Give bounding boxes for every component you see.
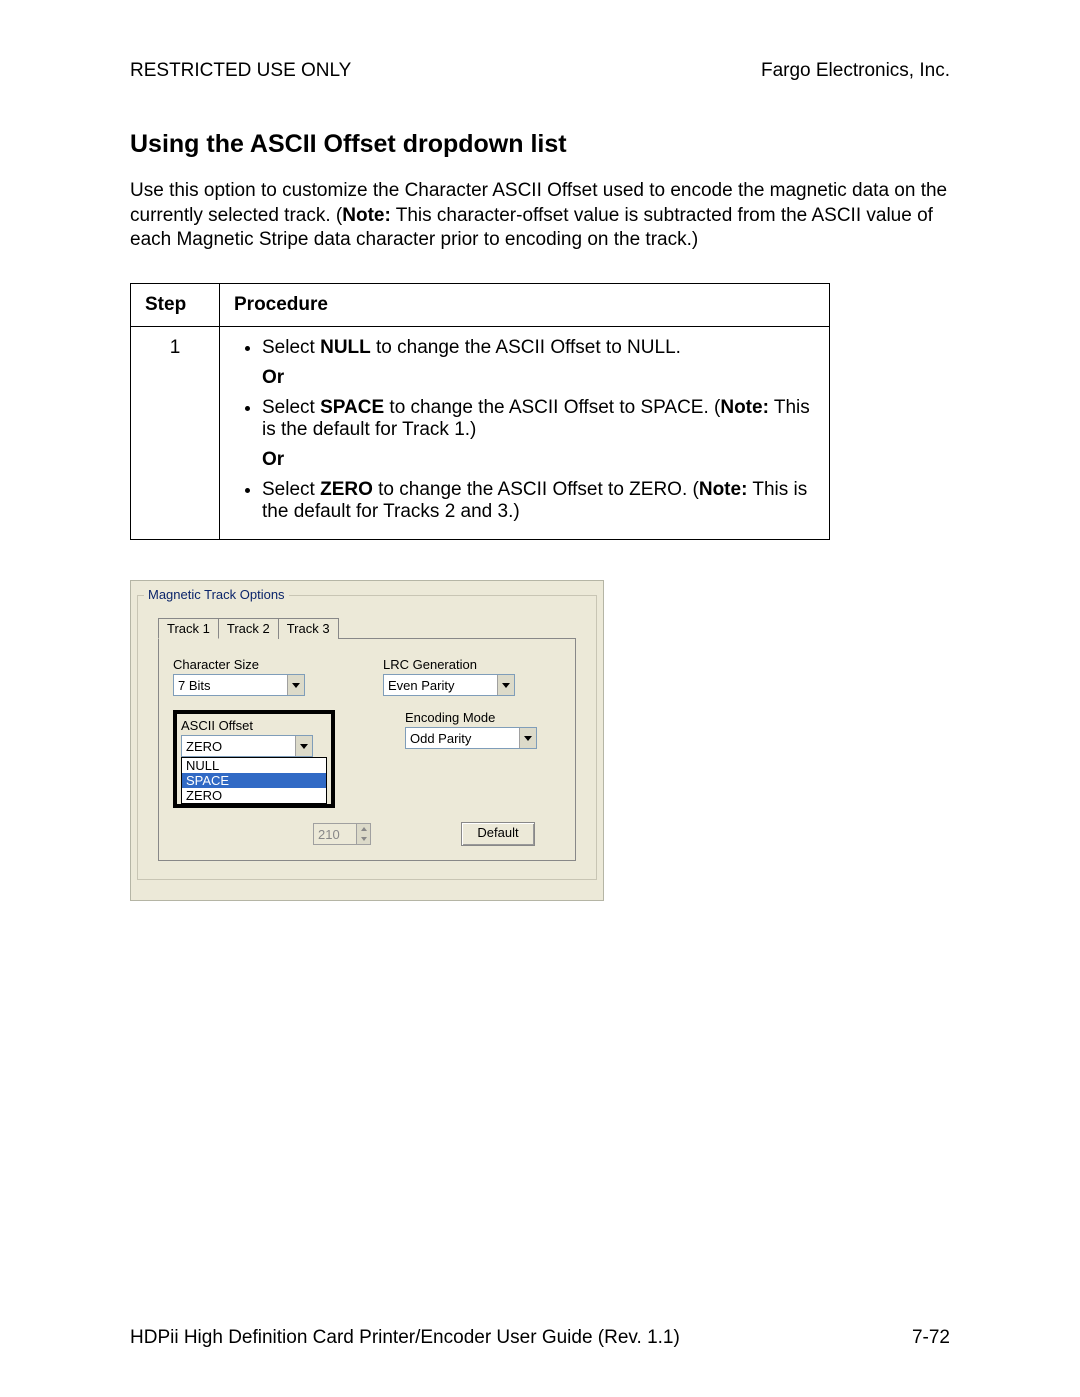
chevron-down-icon — [292, 683, 300, 688]
ascii-offset-label: ASCII Offset — [181, 718, 327, 733]
encoding-mode-arrow[interactable] — [519, 728, 536, 748]
col-step: Step — [131, 284, 220, 327]
spinner-up[interactable] — [356, 824, 370, 834]
lrc-generation-field: LRC Generation Even Parity — [383, 657, 523, 696]
chevron-down-icon — [524, 736, 532, 741]
t2-note: Note: — [699, 479, 748, 500]
t0-pre: Select — [262, 337, 320, 358]
ascii-offset-value: ZERO — [182, 739, 295, 754]
ascii-offset-dropdown-list[interactable]: NULL SPACE ZERO — [181, 757, 327, 804]
t0-bold: NULL — [320, 337, 371, 358]
lrc-generation-label: LRC Generation — [383, 657, 523, 672]
chevron-up-icon — [361, 827, 367, 831]
procedure-table: Step Procedure 1 Select NULL to change t… — [130, 283, 830, 540]
col-procedure: Procedure — [220, 284, 830, 327]
fieldset-legend: Magnetic Track Options — [144, 587, 289, 602]
tab-track-1[interactable]: Track 1 — [158, 618, 219, 639]
ascii-offset-highlight: ASCII Offset ZERO NULL SPACE ZERO — [173, 710, 335, 808]
encoding-mode-value: Odd Parity — [406, 731, 519, 746]
chevron-down-icon — [361, 837, 367, 841]
lrc-generation-select[interactable]: Even Parity — [383, 674, 515, 696]
t2-post: to change the ASCII Offset to ZERO. ( — [373, 479, 699, 500]
tab-body: Character Size 7 Bits LRC Generation Eve… — [158, 638, 576, 861]
intro-note-label: Note: — [342, 205, 391, 226]
t2-bold: ZERO — [320, 479, 373, 500]
lrc-generation-value: Even Parity — [384, 678, 497, 693]
spinner-down[interactable] — [356, 834, 370, 844]
intro-paragraph: Use this option to customize the Charact… — [130, 179, 950, 253]
t1-pre: Select — [262, 397, 320, 418]
ascii-offset-option-zero[interactable]: ZERO — [182, 788, 326, 803]
character-size-arrow[interactable] — [287, 675, 304, 695]
encoding-mode-select[interactable]: Odd Parity — [405, 727, 537, 749]
t0-post: to change the ASCII Offset to NULL. — [371, 337, 681, 358]
spinner-value: 210 — [314, 827, 356, 842]
proc-item-space: Select SPACE to change the ASCII Offset … — [262, 397, 815, 471]
t1-post: to change the ASCII Offset to SPACE. ( — [384, 397, 720, 418]
encoding-mode-label: Encoding Mode — [405, 710, 545, 725]
character-size-field: Character Size 7 Bits — [173, 657, 313, 696]
footer-right: 7-72 — [912, 1327, 950, 1349]
step-number: 1 — [131, 327, 220, 540]
character-size-label: Character Size — [173, 657, 313, 672]
page-title: Using the ASCII Offset dropdown list — [130, 130, 950, 159]
encoding-mode-field: Encoding Mode Odd Parity — [405, 710, 545, 749]
proc-item-null: Select NULL to change the ASCII Offset t… — [262, 337, 815, 389]
restricted-label: RESTRICTED USE ONLY — [130, 60, 351, 82]
magnetic-track-options-dialog: Magnetic Track Options Track 1 Track 2 T… — [130, 580, 604, 901]
t2-pre: Select — [262, 479, 320, 500]
chevron-down-icon — [300, 744, 308, 749]
ascii-offset-arrow[interactable] — [295, 736, 312, 756]
ascii-offset-select[interactable]: ZERO — [181, 735, 313, 757]
footer-left: HDPii High Definition Card Printer/Encod… — [130, 1327, 680, 1349]
or-2: Or — [262, 449, 815, 471]
procedure-cell: Select NULL to change the ASCII Offset t… — [220, 327, 830, 540]
default-button[interactable]: Default — [461, 822, 535, 846]
character-size-select[interactable]: 7 Bits — [173, 674, 305, 696]
tab-track-3[interactable]: Track 3 — [278, 618, 339, 639]
ascii-offset-option-space[interactable]: SPACE — [182, 773, 326, 788]
company-label: Fargo Electronics, Inc. — [761, 60, 950, 82]
proc-item-zero: Select ZERO to change the ASCII Offset t… — [262, 479, 815, 523]
t1-bold: SPACE — [320, 397, 384, 418]
t1-note: Note: — [720, 397, 769, 418]
chevron-down-icon — [502, 683, 510, 688]
numeric-spinner[interactable]: 210 — [313, 823, 371, 845]
lrc-generation-arrow[interactable] — [497, 675, 514, 695]
tab-track-2[interactable]: Track 2 — [218, 618, 279, 639]
ascii-offset-option-null[interactable]: NULL — [182, 758, 326, 773]
or-1: Or — [262, 367, 815, 389]
character-size-value: 7 Bits — [174, 678, 287, 693]
